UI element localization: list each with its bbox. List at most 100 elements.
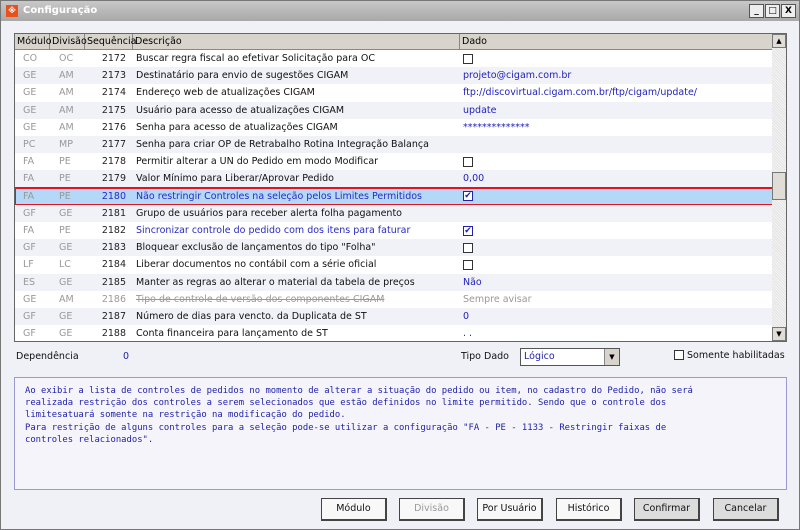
checked-checkbox-icon[interactable]: ✔ <box>463 191 473 202</box>
cell-sequencia: 2187 <box>101 311 126 322</box>
scroll-down-icon[interactable]: ▼ <box>772 327 786 341</box>
confirmar-button[interactable]: Confirmar <box>634 498 700 521</box>
table-row[interactable]: GE AM 2176 Senha para acesso de atualiza… <box>15 119 773 136</box>
window-title: Configuração <box>23 5 98 16</box>
minimize-button[interactable]: _ <box>749 4 764 18</box>
config-grid: Módulo Divisão Sequência Descrição Dado … <box>14 33 787 342</box>
table-row[interactable]: GF GE 2187 Número de dias para vencto. d… <box>15 308 773 326</box>
cell-dado-value[interactable]: Não <box>463 277 482 288</box>
cell-sequencia: 2172 <box>101 53 126 64</box>
cell-descricao: Destinatário para envio de sugestões CIG… <box>136 70 349 82</box>
cell-descricao: Permitir alterar a UN do Pedido em modo … <box>136 156 379 168</box>
cell-descricao: Senha para criar OP de Retrabalho Rotina… <box>136 139 429 150</box>
close-button[interactable]: X <box>781 4 796 18</box>
unchecked-checkbox-icon[interactable] <box>463 156 473 167</box>
cell-sequencia: 2185 <box>101 276 126 288</box>
cell-dado[interactable] <box>460 136 773 153</box>
cell-descricao: Grupo de usuários para receber alerta fo… <box>136 207 402 219</box>
cell-dado[interactable]: ************** <box>460 119 773 136</box>
cell-dado[interactable] <box>460 153 773 170</box>
maximize-button[interactable]: □ <box>765 4 780 18</box>
cell-dado[interactable]: 0,00 <box>460 170 773 187</box>
grid-header: Módulo Divisão Sequência Descrição Dado <box>15 34 773 50</box>
por-usuario-button[interactable]: Por Usuário <box>477 498 543 521</box>
cell-dado[interactable]: ✔ <box>460 188 773 205</box>
chevron-down-icon[interactable]: ▼ <box>604 349 619 365</box>
col-sequencia[interactable]: Sequência <box>85 34 136 49</box>
table-row[interactable]: FA PE 2179 Valor Mínimo para Liberar/Apr… <box>15 170 773 188</box>
modulo-button[interactable]: Módulo <box>321 498 387 521</box>
cell-descricao: Buscar regra fiscal ao efetivar Solicita… <box>136 53 375 64</box>
cell-dado[interactable]: update <box>460 102 773 119</box>
cell-dado-value[interactable]: ************** <box>463 122 530 133</box>
col-divisao[interactable]: Divisão <box>50 34 87 49</box>
table-row[interactable]: GE AM 2175 Usuário para acesso de atuali… <box>15 101 773 119</box>
table-row[interactable]: FA PE 2182 Sincronizar controle do pedid… <box>15 222 773 239</box>
historico-button[interactable]: Histórico <box>556 498 622 521</box>
checked-checkbox-icon[interactable]: ✔ <box>463 225 473 236</box>
unchecked-checkbox-icon[interactable] <box>463 242 473 253</box>
table-row[interactable]: GE AM 2174 Endereço web de atualizações … <box>15 84 773 101</box>
cell-modulo: FA <box>23 173 35 185</box>
cell-sequencia: 2178 <box>101 156 126 168</box>
cell-dado-value[interactable]: update <box>463 105 496 116</box>
table-row[interactable]: PC MP 2177 Senha para criar OP de Retrab… <box>15 136 773 154</box>
col-descricao[interactable]: Descrição <box>133 34 460 49</box>
cell-dado[interactable] <box>460 205 773 222</box>
cell-dado[interactable]: 0 <box>460 308 773 325</box>
cell-dado[interactable] <box>460 50 773 67</box>
col-modulo[interactable]: Módulo <box>15 34 52 49</box>
cell-dado[interactable]: projeto@cigam.com.br <box>460 67 773 84</box>
cell-divisao: OC <box>59 53 74 64</box>
cell-dado[interactable]: Sempre avisar <box>460 291 773 308</box>
cell-dado-value[interactable]: 0 <box>463 311 469 322</box>
cell-modulo: FA <box>23 225 35 236</box>
cell-descricao: Não restringir Controles na seleção pelo… <box>136 190 422 202</box>
divisao-button[interactable]: Divisão <box>399 498 465 521</box>
cell-divisao: AM <box>59 104 74 116</box>
dependencia-value: 0 <box>123 351 130 362</box>
somente-habilitadas-checkbox[interactable] <box>674 350 684 360</box>
cell-divisao: GE <box>59 276 73 288</box>
table-row[interactable]: GF GE 2181 Grupo de usuários para recebe… <box>15 204 773 222</box>
table-row[interactable]: CO OC 2172 Buscar regra fiscal ao efetiv… <box>15 50 773 67</box>
table-row[interactable]: GF GE 2188 Conta financeira para lançame… <box>15 325 773 341</box>
scroll-up-icon[interactable]: ▲ <box>772 34 786 48</box>
scroll-thumb[interactable] <box>772 172 786 200</box>
cell-dado[interactable]: ftp://discovirtual.cigam.com.br/ftp/ciga… <box>460 84 773 101</box>
cell-descricao: Usuário para acesso de atualizações CIGA… <box>136 104 345 116</box>
table-row[interactable]: FA PE 2180 Não restringir Controles na s… <box>15 186 774 206</box>
tipo-dado-label: Tipo Dado <box>461 351 509 362</box>
cell-dado[interactable] <box>460 256 773 273</box>
tipo-dado-select[interactable]: Lógico ▼ <box>520 348 620 366</box>
col-dado[interactable]: Dado <box>460 34 773 49</box>
cell-dado-value[interactable]: . . <box>463 328 472 339</box>
cell-sequencia: 2184 <box>101 259 126 271</box>
cell-divisao: AM <box>59 87 74 99</box>
cell-dado-value[interactable]: ftp://discovirtual.cigam.com.br/ftp/ciga… <box>463 87 697 98</box>
cell-dado[interactable]: Não <box>460 274 773 291</box>
vertical-scrollbar[interactable]: ▲ ▼ <box>772 34 786 341</box>
table-row[interactable]: LF LC 2184 Liberar documentos no contábi… <box>15 256 773 273</box>
unchecked-checkbox-icon[interactable] <box>463 259 473 270</box>
table-row[interactable]: GE AM 2186 Tipo de controle de versão do… <box>15 291 773 308</box>
table-row[interactable]: FA PE 2178 Permitir alterar a UN do Pedi… <box>15 153 773 170</box>
cell-dado[interactable] <box>460 239 773 256</box>
cancelar-button[interactable]: Cancelar <box>713 498 779 521</box>
table-row[interactable]: GF GE 2183 Bloquear exclusão de lançamen… <box>15 239 773 257</box>
cell-divisao: AM <box>59 121 74 133</box>
cell-dado[interactable]: . . <box>460 325 773 341</box>
cell-divisao: GE <box>59 242 73 254</box>
table-row[interactable]: GE AM 2173 Destinatário para envio de su… <box>15 67 773 85</box>
cell-dado-value[interactable]: Sempre avisar <box>463 294 531 305</box>
cell-descricao: Senha para acesso de atualizações CIGAM <box>136 121 338 133</box>
cell-descricao: Manter as regras ao alterar o material d… <box>136 276 415 288</box>
cell-dado-value[interactable]: 0,00 <box>463 173 484 184</box>
table-row[interactable]: ES GE 2185 Manter as regras ao alterar o… <box>15 273 773 291</box>
description-text: Ao exibir a lista de controles de pedido… <box>14 377 787 490</box>
cell-dado-value[interactable]: projeto@cigam.com.br <box>463 70 571 81</box>
cell-sequencia: 2173 <box>101 70 126 82</box>
unchecked-checkbox-icon[interactable] <box>463 53 473 64</box>
cell-modulo: ES <box>23 276 36 288</box>
cell-dado[interactable]: ✔ <box>460 222 773 239</box>
